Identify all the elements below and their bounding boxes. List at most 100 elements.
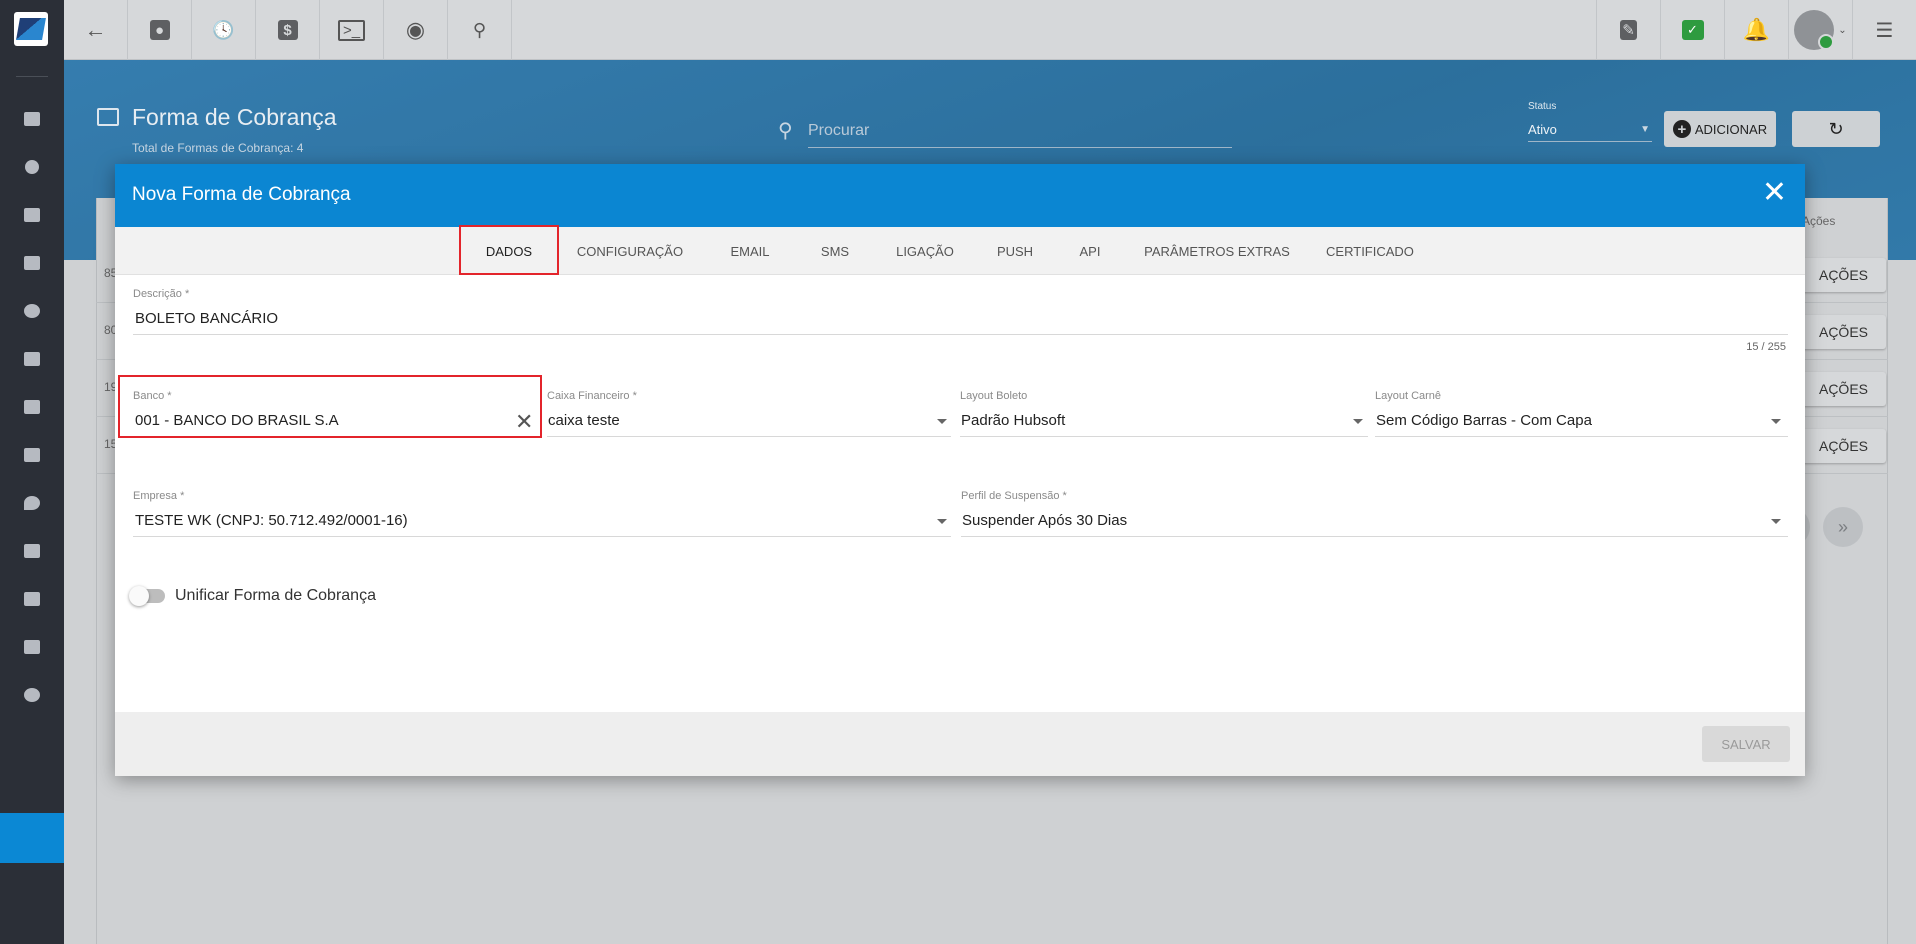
perfil-underline <box>961 536 1788 537</box>
page-subtitle: Total de Formas de Cobrança: 4 <box>132 141 304 155</box>
board-icon[interactable] <box>24 256 40 270</box>
sidebar-divider <box>16 76 48 77</box>
unificar-toggle[interactable] <box>129 586 165 606</box>
perfil-select[interactable]: Suspender Após 30 Dias <box>962 512 1127 529</box>
terminal-icon: >_ <box>337 19 366 41</box>
layout-carne-select[interactable]: Sem Código Barras - Com Capa <box>1376 412 1592 429</box>
view-button[interactable]: ◉ <box>384 0 448 60</box>
notifications-button[interactable]: 🔔 <box>1724 0 1788 60</box>
calendar-clock-icon: 🕓 <box>212 19 235 40</box>
app-logo[interactable] <box>14 12 48 46</box>
new-payment-form-dialog: Nova Forma de Cobrança ✕ DADOS CONFIGURA… <box>115 164 1805 776</box>
chat-button[interactable]: ✓ <box>1660 0 1724 60</box>
gear-icon[interactable] <box>24 688 40 702</box>
descricao-counter: 15 / 255 <box>1746 341 1786 353</box>
unificar-label: Unificar Forma de Cobrança <box>175 587 376 604</box>
back-arrow-icon: ← <box>84 17 107 42</box>
search-icon: ⚲ <box>778 120 793 142</box>
descricao-input[interactable]: BOLETO BANCÁRIO <box>135 310 278 327</box>
add-label: ADICIONAR <box>1694 121 1768 137</box>
empresa-underline <box>133 536 951 537</box>
layout-boleto-select[interactable]: Padrão Hubsoft <box>961 412 1065 429</box>
tab-certificado[interactable]: CERTIFICADO <box>1315 227 1425 275</box>
eye-icon: ◉ <box>405 17 426 42</box>
caixa-select[interactable]: caixa teste <box>548 412 620 429</box>
empresa-label: Empresa * <box>133 490 185 502</box>
perfil-dropdown-arrow-icon <box>1771 519 1781 524</box>
pdf-button[interactable]: ✎ <box>1596 0 1660 60</box>
calendar-icon[interactable] <box>24 304 40 318</box>
pager-last-button[interactable]: » <box>1823 507 1863 547</box>
layout-carne-underline <box>1375 436 1788 437</box>
dollar-icon: $ <box>277 20 298 40</box>
dropdown-arrow-icon: ▼ <box>1640 124 1650 135</box>
refresh-icon: ↻ <box>1828 118 1844 139</box>
avatar <box>1794 10 1835 50</box>
tab-dados-highlight <box>459 225 559 275</box>
money-icon[interactable] <box>24 448 40 462</box>
add-button[interactable]: + ADICIONAR <box>1664 111 1776 147</box>
empresa-dropdown-arrow-icon <box>937 519 947 524</box>
tab-configuracao[interactable]: CONFIGURAÇÃO <box>565 227 695 275</box>
caixa-underline <box>547 436 951 437</box>
search-input[interactable] <box>808 114 1232 148</box>
tab-sms[interactable]: SMS <box>805 227 865 275</box>
menu-list-icon: ☰ <box>1875 19 1894 42</box>
plus-icon: + <box>1672 120 1691 138</box>
contact-icon[interactable] <box>24 208 40 222</box>
pdf-icon: ✎ <box>1620 20 1637 40</box>
close-icon[interactable]: ✕ <box>1762 178 1787 208</box>
banco-highlight <box>118 375 542 438</box>
tab-email[interactable]: EMAIL <box>715 227 785 275</box>
box-icon[interactable] <box>24 400 40 414</box>
dashboard-icon[interactable] <box>24 112 40 126</box>
actions-button[interactable]: AÇÕES <box>1796 429 1886 463</box>
payment-form-icon <box>97 108 119 126</box>
refresh-button[interactable]: ↻ <box>1792 111 1880 147</box>
caixa-label: Caixa Financeiro * <box>547 390 637 402</box>
page-title: Forma de Cobrança <box>132 104 337 130</box>
status-value: Ativo <box>1528 122 1557 137</box>
schedule-button[interactable]: 🕓 <box>192 0 256 60</box>
location-icon[interactable] <box>24 496 40 510</box>
tab-api[interactable]: API <box>1065 227 1115 275</box>
tab-ligacao[interactable]: LIGAÇÃO <box>885 227 965 275</box>
user-menu-button[interactable]: ⌄ <box>1788 0 1852 60</box>
back-button[interactable]: ← <box>64 0 128 60</box>
menu-button[interactable]: ☰ <box>1852 0 1916 60</box>
actions-button[interactable]: AÇÕES <box>1796 258 1886 292</box>
document-icon[interactable] <box>24 640 40 654</box>
status-select[interactable]: Ativo ▼ <box>1528 116 1652 142</box>
bell-icon: 🔔 <box>1742 17 1771 42</box>
toggle-knob <box>129 586 149 606</box>
dialog-header: Nova Forma de Cobrança ✕ <box>115 164 1805 227</box>
search-button[interactable]: ⚲ <box>448 0 512 60</box>
layout-boleto-label: Layout Boleto <box>960 390 1028 402</box>
server-icon[interactable] <box>24 592 40 606</box>
actions-button[interactable]: AÇÕES <box>1796 315 1886 349</box>
pie-chart-icon[interactable] <box>25 160 39 174</box>
tab-push[interactable]: PUSH <box>985 227 1045 275</box>
actions-header: Ações <box>1802 214 1836 228</box>
contacts-button[interactable]: ● <box>128 0 192 60</box>
terminal-button[interactable]: >_ <box>320 0 384 60</box>
finance-button[interactable]: $ <box>256 0 320 60</box>
tab-parametros-extras[interactable]: PARÂMETROS EXTRAS <box>1137 227 1297 275</box>
dialog-tabs: DADOS CONFIGURAÇÃO EMAIL SMS LIGAÇÃO PUS… <box>115 227 1805 275</box>
contact-card-icon: ● <box>149 20 170 40</box>
search-icon: ⚲ <box>472 19 487 40</box>
chevron-down-icon: ⌄ <box>1838 24 1847 36</box>
layout-boleto-dropdown-arrow-icon <box>1353 419 1363 424</box>
double-chevron-right-icon: » <box>1837 516 1848 537</box>
save-button[interactable]: SALVAR <box>1702 726 1790 762</box>
briefcase-icon[interactable] <box>24 352 40 366</box>
sidebar-active-item[interactable] <box>0 813 64 863</box>
descricao-label: Descrição * <box>133 288 190 300</box>
descricao-underline <box>133 334 1788 335</box>
sidebar <box>0 0 64 944</box>
actions-button[interactable]: AÇÕES <box>1796 372 1886 406</box>
layout-carne-label: Layout Carnê <box>1375 390 1442 402</box>
list-icon[interactable] <box>24 544 40 558</box>
empresa-select[interactable]: TESTE WK (CNPJ: 50.712.492/0001-16) <box>135 512 408 529</box>
chat-check-icon: ✓ <box>1681 20 1704 40</box>
